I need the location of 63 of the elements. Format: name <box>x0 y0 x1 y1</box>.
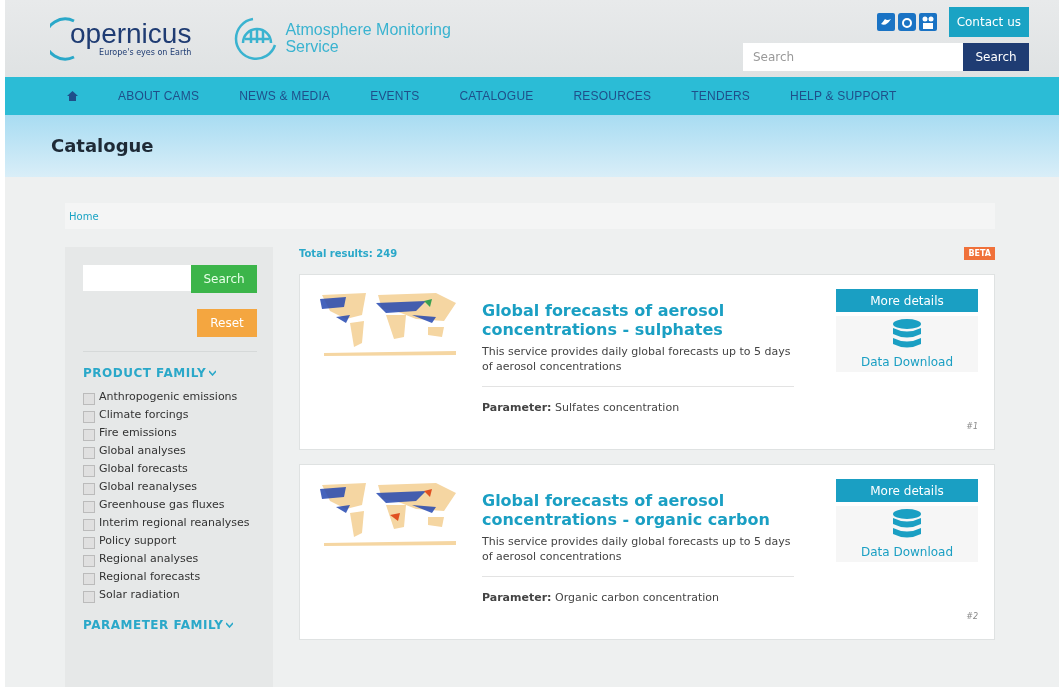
search-field[interactable]: Search <box>743 42 963 71</box>
total-results: Total results: 249 <box>299 248 398 259</box>
more-details-button[interactable]: More details <box>836 479 978 502</box>
checkbox-label: Interim regional reanalyses <box>99 516 250 531</box>
checkbox[interactable] <box>83 483 95 495</box>
data-download-link[interactable]: Data Download <box>836 316 978 372</box>
beta-badge: BETA <box>964 247 995 260</box>
checkbox[interactable] <box>83 519 95 531</box>
nav-link[interactable]: TENDERS <box>691 89 751 104</box>
service-name: Service <box>285 38 339 56</box>
filter-search-button[interactable]: Search <box>191 265 257 293</box>
checkbox-label: Climate forcings <box>99 408 189 423</box>
checkbox-label: Solar radiation <box>99 588 180 603</box>
contact-button[interactable]: Contact us <box>948 6 1029 37</box>
nav-link[interactable]: CATALOGUE <box>459 89 534 104</box>
filter-section-title[interactable]: PRODUCT FAMILY <box>83 366 207 380</box>
checkbox-label: Greenhouse gas fluxes <box>99 498 225 513</box>
result-description: This service provides daily global forecasts up to 5 days of aerosol concentrations <box>482 345 792 374</box>
result-title[interactable]: Global forecasts of aerosol concentrations - sulphates <box>482 301 794 340</box>
result-index: #2 <box>966 612 978 621</box>
checkbox-label: Regional analyses <box>99 552 199 567</box>
home-icon[interactable] <box>67 91 78 102</box>
data-download-link[interactable]: Data Download <box>836 506 978 562</box>
checkbox[interactable] <box>83 591 95 603</box>
result-parameter: Parameter: Sulfates concentration <box>482 400 681 414</box>
checkbox-label: Global analyses <box>99 444 186 459</box>
checkbox[interactable] <box>83 465 95 477</box>
logo-tagline: Europe's eyes on Earth <box>99 48 192 58</box>
result-index: #1 <box>966 422 978 431</box>
service-name: Atmosphere Monitoring <box>285 21 451 39</box>
breadcrumb-link[interactable]: Home <box>69 210 99 222</box>
page-title: Catalogue <box>51 135 154 157</box>
nav-link[interactable]: HELP & SUPPORT <box>790 89 897 104</box>
checkbox-label: Anthropogenic emissions <box>99 390 238 405</box>
chevron-icon[interactable] <box>226 622 234 628</box>
filter-section-title[interactable]: PARAMETER FAMILY <box>83 618 224 632</box>
result-description: This service provides daily global forecasts up to 5 days of aerosol concentrations <box>482 535 792 564</box>
checkbox[interactable] <box>83 501 95 513</box>
checkbox-label: Policy support <box>99 534 177 549</box>
result-title[interactable]: Global forecasts of aerosol concentrations - organic carbon <box>482 491 794 530</box>
filter-search-field[interactable] <box>83 265 191 291</box>
nav-link[interactable]: NEWS & MEDIA <box>239 89 331 104</box>
checkbox[interactable] <box>83 573 95 585</box>
nav-link[interactable]: ABOUT CAMS <box>118 89 200 104</box>
checkbox[interactable] <box>83 555 95 567</box>
nav-link[interactable]: EVENTS <box>370 89 420 104</box>
checkbox[interactable] <box>83 537 95 549</box>
checkbox[interactable] <box>83 447 95 459</box>
checkbox-label: Regional forecasts <box>99 570 201 585</box>
checkbox[interactable] <box>83 411 95 423</box>
checkbox-label: Global forecasts <box>99 462 188 477</box>
camera-icon[interactable] <box>897 12 916 31</box>
checkbox[interactable] <box>83 429 95 441</box>
result-parameter: Parameter: Organic carbon concentration <box>482 590 720 604</box>
checkbox-label: Fire emissions <box>99 426 177 441</box>
more-details-button[interactable]: More details <box>836 289 978 312</box>
logo-text: opernicus <box>70 20 192 49</box>
nav-link[interactable]: RESOURCES <box>573 89 652 104</box>
checkbox[interactable] <box>83 393 95 405</box>
chevron-icon[interactable] <box>209 370 217 376</box>
reset-button[interactable]: Reset <box>197 309 257 337</box>
search-button[interactable]: Search <box>963 42 1029 71</box>
checkbox-label: Global reanalyses <box>99 480 197 495</box>
